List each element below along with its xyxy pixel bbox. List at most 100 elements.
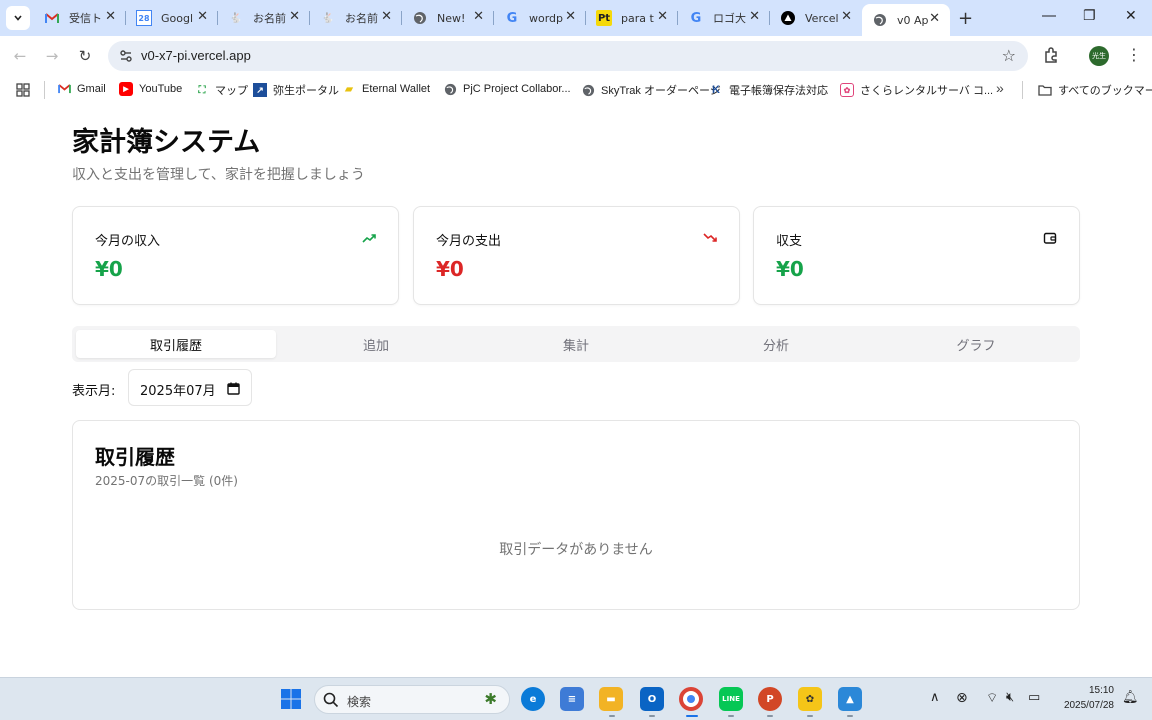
browser-toolbar: ← → ↻ v0-x7-pi.vercel.app ☆ 光生 ⋮: [0, 36, 1152, 76]
browser-tab[interactable]: G wordp ✕: [494, 4, 586, 32]
browser-tab[interactable]: 受信ト ✕: [34, 4, 126, 32]
income-value: ¥0: [95, 257, 123, 281]
app-badge-icon[interactable]: ✿: [798, 687, 822, 711]
url-text: v0-x7-pi.vercel.app: [141, 48, 251, 63]
expense-value: ¥0: [436, 257, 464, 281]
more-bookmarks-chevron-icon[interactable]: »: [996, 80, 1004, 96]
bookmark-denshi-chobo[interactable]: K 電子帳簿保存法対応: [709, 82, 828, 98]
tab-add[interactable]: 追加: [276, 330, 476, 358]
bookmark-pjc[interactable]: PjC Project Collabor...: [443, 82, 571, 96]
history-panel: 取引履歴 2025-07の取引一覧 (0件) 取引データがありません: [72, 420, 1080, 610]
browser-tab[interactable]: Pt para t ✕: [586, 4, 678, 32]
profile-avatar[interactable]: 光生: [1089, 46, 1109, 66]
tab-history[interactable]: 取引履歴: [76, 330, 276, 358]
balance-value: ¥0: [776, 257, 804, 281]
bookmark-gmail[interactable]: Gmail: [57, 82, 106, 96]
all-bookmarks-folder[interactable]: すべてのブックマーク: [1038, 82, 1152, 98]
notification-bell-icon[interactable]: 🔔︎: [1122, 690, 1139, 705]
browser-tab[interactable]: 🐇 お名前 ✕: [218, 4, 310, 32]
taskbar-clock[interactable]: 15:10 2025/07/28: [1058, 683, 1114, 713]
browser-tab[interactable]: Vercel ✕: [770, 4, 862, 32]
globe-icon: [412, 10, 428, 26]
close-tab-icon[interactable]: ✕: [929, 11, 940, 26]
bookmark-maps[interactable]: ⛶ マップ: [195, 82, 249, 98]
history-description: 2025-07の取引一覧 (0件): [95, 474, 238, 488]
close-tab-icon[interactable]: ✕: [289, 9, 300, 24]
page-subtitle: 収入と支出を管理して、家計を把握しましょう: [72, 167, 365, 183]
volume-muted-icon[interactable]: 🔇︎: [1006, 690, 1014, 705]
pt-icon: Pt: [596, 10, 612, 26]
globe-icon: [872, 12, 888, 28]
bookmark-eternal-wallet[interactable]: ▰ Eternal Wallet: [342, 82, 430, 96]
chrome-icon[interactable]: [679, 687, 703, 711]
forward-button[interactable]: →: [41, 45, 63, 67]
address-bar[interactable]: v0-x7-pi.vercel.app ☆: [108, 41, 1028, 71]
new-tab-button[interactable]: +: [958, 8, 973, 29]
bookmark-yayoi[interactable]: ↗ 弥生ポータル: [253, 82, 339, 98]
tray-chevron-up-icon[interactable]: ∧: [930, 690, 940, 705]
browser-tab[interactable]: 28 Googl ✕: [126, 4, 218, 32]
menu-kebab-icon[interactable]: ⋮: [1126, 45, 1142, 64]
windows-taskbar: 検索 ✱ e ≡ ▬ O LINE P ✿ ▲ ∧ ⊗ ⌔ 🔇︎ ▭ 15:10…: [0, 677, 1152, 720]
outlook-icon[interactable]: O: [640, 687, 664, 711]
plant-icon: ✱: [484, 690, 497, 708]
history-title: 取引履歴: [95, 445, 175, 469]
rabbit-icon: 🐇: [321, 12, 335, 24]
close-tab-icon[interactable]: ✕: [381, 9, 392, 24]
month-label: 表示月:: [72, 384, 116, 399]
gmail-icon: [44, 10, 60, 26]
powerpoint-icon[interactable]: P: [758, 687, 782, 711]
gmail-icon: [57, 82, 71, 96]
windows-start-icon[interactable]: [280, 688, 302, 710]
income-card: 今月の収入 ¥0: [72, 206, 399, 305]
photos-icon[interactable]: ▲: [838, 687, 862, 711]
close-tab-icon[interactable]: ✕: [197, 9, 208, 24]
site-info-icon[interactable]: [118, 48, 134, 64]
extensions-icon[interactable]: [1042, 46, 1060, 64]
rabbit-icon: 🐇: [229, 12, 243, 24]
browser-tab[interactable]: 🐇 お名前 ✕: [310, 4, 402, 32]
tab-summary[interactable]: 集計: [476, 330, 676, 358]
apps-grid-icon[interactable]: [16, 83, 30, 97]
month-input[interactable]: 2025年07月: [128, 369, 252, 406]
battery-icon[interactable]: ▭: [1028, 690, 1040, 705]
close-tab-icon[interactable]: ✕: [657, 9, 668, 24]
sakura-icon: ✿: [840, 83, 854, 97]
bookmark-skytrak[interactable]: SkyTrak オーダーページ: [581, 82, 721, 98]
bookmark-sakura[interactable]: ✿ さくらレンタルサーバ コ...: [840, 82, 993, 98]
back-button[interactable]: ←: [9, 45, 31, 67]
wifi-icon[interactable]: ⌔: [986, 690, 998, 706]
file-explorer-icon[interactable]: ▬: [599, 687, 623, 711]
globe-icon: [443, 82, 457, 96]
browser-tab-active[interactable]: v0 Ap ✕: [862, 4, 950, 36]
close-tab-icon[interactable]: ✕: [565, 9, 576, 24]
close-tab-icon[interactable]: ✕: [841, 9, 852, 24]
expense-card: 今月の支出 ¥0: [413, 206, 740, 305]
bookmark-star-icon[interactable]: ☆: [1002, 46, 1016, 65]
notepad-icon[interactable]: ≡: [560, 687, 584, 711]
tray-x-app-icon[interactable]: ⊗: [956, 690, 968, 706]
bookmark-youtube[interactable]: ▶ YouTube: [119, 82, 182, 96]
tab-graph[interactable]: グラフ: [876, 330, 1076, 358]
browser-tab[interactable]: New! ✕: [402, 4, 494, 32]
restore-button[interactable]: ❐: [1083, 8, 1096, 24]
calendar-icon[interactable]: [227, 382, 240, 395]
k-icon: K: [712, 84, 720, 96]
edge-icon[interactable]: e: [521, 687, 545, 711]
taskbar-search[interactable]: 検索 ✱: [314, 685, 510, 714]
tab-analysis[interactable]: 分析: [676, 330, 876, 358]
close-tab-icon[interactable]: ✕: [749, 9, 760, 24]
reload-button[interactable]: ↻: [74, 45, 96, 67]
line-icon[interactable]: LINE: [719, 687, 743, 711]
google-icon: G: [506, 10, 518, 26]
tab-search-button[interactable]: [6, 6, 30, 30]
minimize-button[interactable]: ―: [1042, 8, 1056, 24]
balance-card: 収支 ¥0: [753, 206, 1080, 305]
browser-tab[interactable]: G ロゴ大 ✕: [678, 4, 770, 32]
chevron-down-icon: [14, 15, 22, 21]
youtube-icon: ▶: [119, 82, 133, 96]
close-tab-icon[interactable]: ✕: [473, 9, 484, 24]
close-tab-icon[interactable]: ✕: [105, 9, 116, 24]
close-window-button[interactable]: ✕: [1125, 8, 1137, 24]
page-content: 家計簿システム 収入と支出を管理して、家計を把握しましょう 今月の収入 ¥0 今…: [0, 104, 1152, 677]
